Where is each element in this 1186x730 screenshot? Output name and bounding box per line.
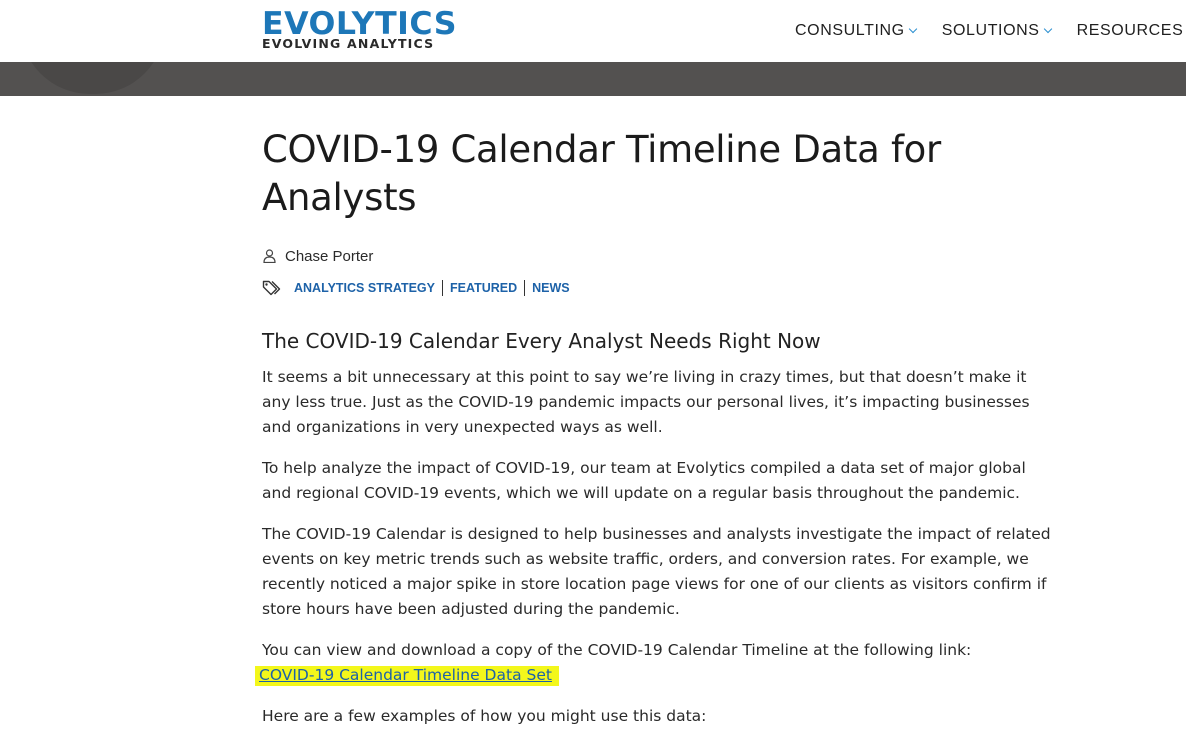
paragraph: It seems a bit unnecessary at this point… — [262, 368, 1030, 436]
tag-featured[interactable]: FEATURED — [450, 281, 517, 295]
paragraph: Here are a few examples of how you might… — [262, 707, 707, 725]
nav-label: CONSULTING — [795, 22, 905, 39]
article-subheading: The COVID-19 Calendar Every Analyst Need… — [262, 329, 821, 353]
article-title: COVID-19 Calendar Timeline Data for Anal… — [262, 128, 941, 219]
tag-analytics-strategy[interactable]: ANALYTICS STRATEGY — [294, 281, 435, 295]
nav-solutions[interactable]: SOLUTIONS — [941, 20, 1052, 42]
site-header: EVOLYTICS EVOLVING ANALYTICS CONSULTING … — [0, 0, 1186, 62]
paragraph-download: You can view and download a copy of the … — [255, 638, 1052, 688]
nav-resources[interactable]: RESOURCES — [1077, 20, 1186, 42]
hero-decoration — [20, 62, 165, 94]
nav-consulting[interactable]: CONSULTING — [795, 20, 917, 42]
hero-banner — [0, 62, 1186, 96]
tag-news[interactable]: NEWS — [532, 281, 570, 295]
paragraph: To help analyze the impact of COVID-19, … — [262, 459, 1026, 502]
article-tags: ANALYTICS STRATEGY FEATURED NEWS — [262, 278, 570, 298]
nav-label: SOLUTIONS — [941, 22, 1040, 39]
user-icon — [263, 249, 276, 263]
dataset-download-link[interactable]: COVID-19 Calendar Timeline Data Set — [255, 666, 559, 686]
tags-icon — [262, 280, 281, 296]
article-author: Chase Porter — [262, 246, 373, 266]
chevron-down-icon — [908, 24, 917, 34]
author-name[interactable]: Chase Porter — [285, 248, 373, 265]
chevron-down-icon — [1043, 24, 1052, 34]
logo-wordmark: EVOLYTICS — [262, 6, 458, 42]
paragraph: The COVID-19 Calendar is designed to hel… — [262, 525, 1051, 618]
nav-label: RESOURCES — [1076, 22, 1184, 39]
tag-divider — [524, 280, 526, 296]
evolytics-logo[interactable]: EVOLYTICS EVOLVING ANALYTICS — [262, 9, 462, 51]
main-nav: CONSULTING SOLUTIONS RESOURCES — [795, 20, 1186, 42]
download-intro-text: You can view and download a copy of the … — [262, 641, 972, 659]
tag-divider — [442, 280, 443, 296]
